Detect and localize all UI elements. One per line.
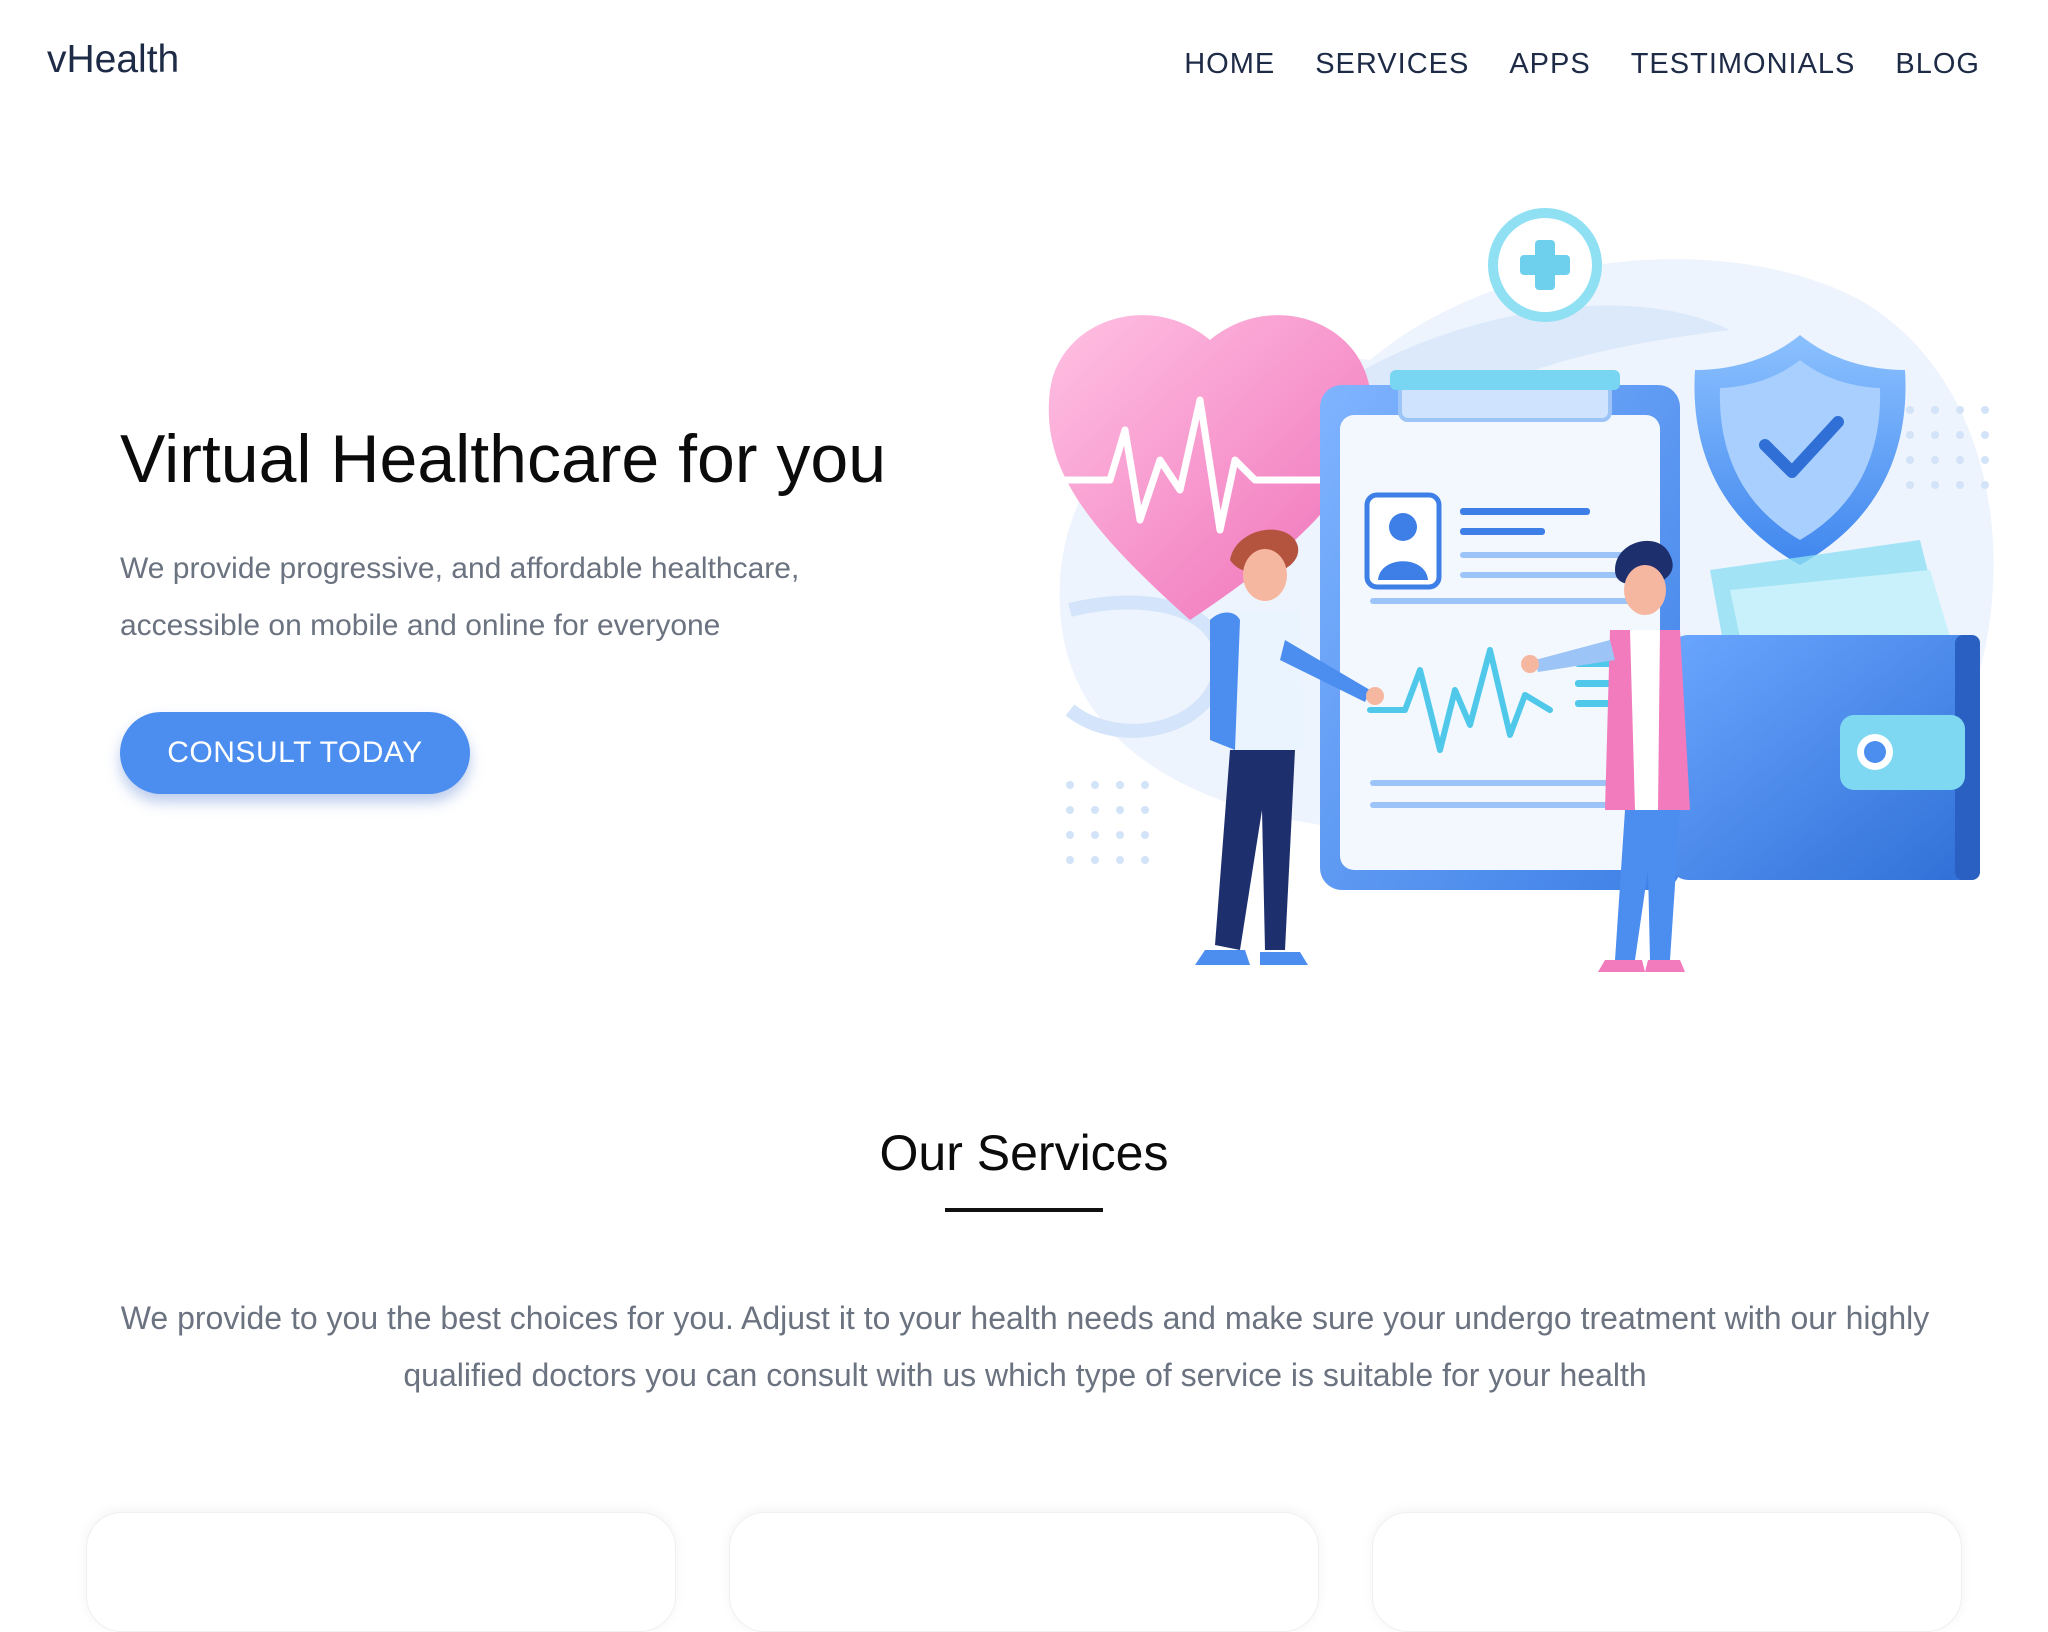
dot-grid-left <box>1066 781 1149 864</box>
nav-link-blog[interactable]: BLOG <box>1895 47 1980 81</box>
plus-icon <box>1488 208 1602 322</box>
brand-logo[interactable]: vHealth <box>47 38 179 82</box>
nav-link-testimonials[interactable]: TESTIMONIALS <box>1631 47 1856 81</box>
wallet-icon <box>1670 540 1980 880</box>
service-card[interactable] <box>86 1512 676 1632</box>
services-title: Our Services <box>879 1125 1169 1181</box>
services-title-underline <box>945 1208 1103 1212</box>
top-navbar: vHealth HOME SERVICES APPS TESTIMONIALS … <box>0 0 2048 128</box>
services-description: We provide to you the best choices for y… <box>120 1300 1930 1393</box>
nav-link-home[interactable]: HOME <box>1184 47 1275 81</box>
consult-today-button[interactable]: CONSULT TODAY <box>120 712 470 794</box>
hero-subtitle: We provide progressive, and affordable h… <box>120 552 800 642</box>
hero-title: Virtual Healthcare for you <box>120 421 887 497</box>
nav-link-apps[interactable]: APPS <box>1509 47 1590 81</box>
service-card[interactable] <box>729 1512 1319 1632</box>
nav-link-services[interactable]: SERVICES <box>1315 47 1469 81</box>
service-card[interactable] <box>1372 1512 1962 1632</box>
nav-links: HOME SERVICES APPS TESTIMONIALS BLOG <box>1184 47 1980 81</box>
healthcare-illustration <box>1048 208 1994 972</box>
